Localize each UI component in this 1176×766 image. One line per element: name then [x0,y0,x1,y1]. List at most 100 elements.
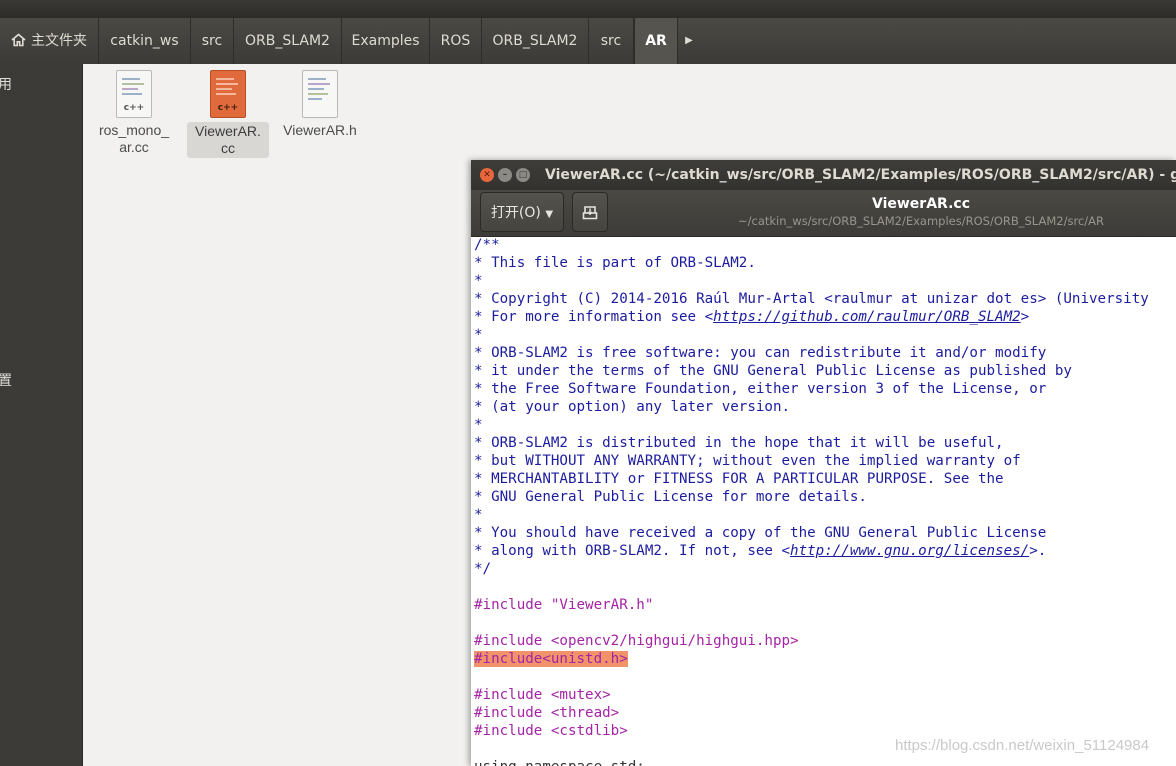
file-name: ros_mono_ [98,122,170,138]
document-path: ~/catkin_ws/src/ORB_SLAM2/Examples/ROS/O… [738,214,1104,228]
code-line: * [474,326,1176,344]
code-line: * ORB-SLAM2 is distributed in the hope t… [474,434,1176,452]
cpp-file-icon: c++ [210,70,246,118]
breadcrumb-src-2[interactable]: src [589,18,634,64]
chevron-down-icon: ▼ [545,209,554,220]
code-line: * This file is part of ORB-SLAM2. [474,254,1176,272]
breadcrumb-ar[interactable]: AR [634,18,678,64]
code-text: #include <thread> [474,705,620,721]
code-text: * Copyright (C) 2014-2016 Raúl Mur-Artal… [474,291,1149,307]
breadcrumb-orb-slam2-2[interactable]: ORB_SLAM2 [482,18,589,64]
window-top-bar [0,0,1176,18]
breadcrumb-orb-slam2[interactable]: ORB_SLAM2 [234,18,342,64]
code-line: * along with ORB-SLAM2. If not, see <htt… [474,542,1176,560]
code-text: */ [474,561,492,577]
home-icon [11,32,26,46]
watermark: https://blog.csdn.net/weixin_51124984 [895,737,1150,754]
code-line: * You should have received a copy of the… [474,524,1176,542]
code-line: using namespace std; [474,758,1176,766]
window-title: ViewerAR.cc (~/catkin_ws/src/ORB_SLAM2/E… [545,167,1176,183]
file-type-badge: c++ [123,103,145,113]
code-text: * ORB-SLAM2 is distributed in the hope t… [474,435,1004,451]
code-line: * but WITHOUT ANY WARRANTY; without even… [474,452,1176,470]
code-text: * it under the terms of the GNU General … [474,363,1072,379]
save-icon [582,206,598,220]
file-item-ros-mono-ar[interactable]: c++ ros_mono_ ar.cc [93,68,175,156]
code-line: * MERCHANTABILITY or FITNESS FOR A PARTI… [474,470,1176,488]
code-line: #include <thread> [474,704,1176,722]
cpp-file-icon: c++ [116,70,152,118]
code-text: * ORB-SLAM2 is free software: you can re… [474,345,1047,361]
code-link: https://github.com/raulmur/ORB_SLAM2 [713,309,1021,325]
code-text: #include <opencv2/highgui/highgui.hpp> [474,633,799,649]
maximize-icon[interactable]: □ [516,168,530,182]
breadcrumb-home[interactable]: 主文件夹 [0,18,99,64]
code-text: * [474,273,483,289]
file-item-viewerar-h[interactable]: ViewerAR.h [279,68,361,139]
file-item-viewerar-cc[interactable]: c++ ViewerAR. cc [187,68,269,158]
breadcrumb-ros[interactable]: ROS [430,18,482,64]
breadcrumb: 主文件夹 catkin_ws src ORB_SLAM2 Examples RO… [0,18,1176,65]
search-highlight: #include<unistd.h> [474,651,628,667]
code-text: * along with ORB-SLAM2. If not, see < [474,543,791,559]
code-link: http://www.gnu.org/licenses/ [790,543,1030,559]
file-name: cc [221,140,235,156]
code-text: > [1020,309,1030,325]
code-text: /** [474,237,500,253]
code-line: #include "ViewerAR.h" [474,596,1176,614]
code-line: * [474,506,1176,524]
code-text: * (at your option) any later version. [474,399,791,415]
code-text: using namespace std; [474,759,645,766]
gedit-headerbar: 打开(O) ▼ ViewerAR.cc ~/catkin_ws/src/ORB_… [471,190,1176,237]
breadcrumb-forward-icon[interactable]: ▶ [678,18,700,64]
code-line: * Copyright (C) 2014-2016 Raúl Mur-Artal… [474,290,1176,308]
minimize-icon[interactable]: – [498,168,512,182]
file-name: ViewerAR. [195,123,261,139]
code-text: #include <mutex> [474,687,611,703]
code-text: * For more information see < [474,309,714,325]
code-text: #include <cstdlib> [474,723,628,739]
code-line: * [474,272,1176,290]
sidebar-item-label[interactable]: 用 [0,74,12,94]
code-text: * MERCHANTABILITY or FITNESS FOR A PARTI… [474,471,1004,487]
code-editor[interactable]: /** * This file is part of ORB-SLAM2. * * C… [474,236,1176,766]
gedit-window: ✕ – □ ViewerAR.cc (~/catkin_ws/src/ORB_S… [471,160,1176,766]
save-button[interactable] [572,192,608,232]
breadcrumb-src[interactable]: src [191,18,234,64]
file-type-badge: c++ [217,103,239,113]
close-icon[interactable]: ✕ [480,168,494,182]
code-text: * This file is part of ORB-SLAM2. [474,255,756,271]
code-text: * [474,417,483,433]
breadcrumb-label: 主文件夹 [31,33,87,49]
code-line: #include <opencv2/highgui/highgui.hpp> [474,632,1176,650]
open-button[interactable]: 打开(O) ▼ [480,192,564,232]
code-line: * it under the terms of the GNU General … [474,362,1176,380]
code-text: * You should have received a copy of the… [474,525,1047,541]
code-line: */ [474,560,1176,578]
code-text: * but WITHOUT ANY WARRANTY; without even… [474,453,1021,469]
gedit-titlebar: ✕ – □ ViewerAR.cc (~/catkin_ws/src/ORB_S… [471,160,1176,190]
code-line: * ORB-SLAM2 is free software: you can re… [474,344,1176,362]
code-line: * GNU General Public License for more de… [474,488,1176,506]
code-line: * the Free Software Foundation, either v… [474,380,1176,398]
code-line: #include<unistd.h> [474,650,1176,668]
code-line: #include <mutex> [474,686,1176,704]
header-file-icon [302,70,338,118]
document-title: ViewerAR.cc [871,196,970,212]
open-button-label: 打开(O) [490,205,541,221]
code-text: * [474,507,483,523]
code-text: * the Free Software Foundation, either v… [474,381,1047,397]
code-text: * [474,327,483,343]
file-name: ar.cc [119,139,149,155]
code-text: * GNU General Public License for more de… [474,489,867,505]
code-line: * (at your option) any later version. [474,398,1176,416]
breadcrumb-catkin-ws[interactable]: catkin_ws [99,18,191,64]
breadcrumb-examples[interactable]: Examples [342,18,430,64]
sidebar: 用 置 [0,64,83,766]
sidebar-item-label[interactable]: 置 [0,370,12,390]
code-text: >. [1029,543,1047,559]
code-line: * [474,416,1176,434]
